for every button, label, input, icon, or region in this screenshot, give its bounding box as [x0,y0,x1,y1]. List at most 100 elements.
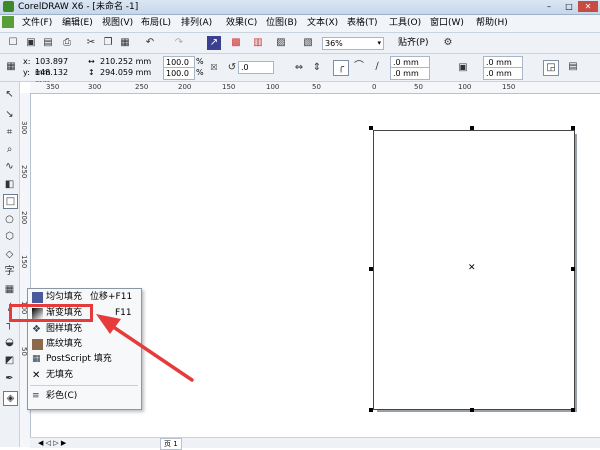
welcome-screen-icon[interactable]: ▧ [301,36,315,50]
menu-help[interactable]: 帮助(H) [476,17,508,30]
scale-y-field[interactable]: 100.0 [163,67,195,80]
width-field[interactable]: 210.252 mm [98,56,152,67]
selection-handle[interactable] [571,126,575,130]
cut-icon[interactable]: ✂ [84,36,98,50]
flyout-item-label: 均匀填充 [46,292,83,302]
round-corner-icon[interactable]: ╭ [333,60,349,76]
rotate-icon[interactable]: ↺ [225,61,239,75]
menu-window[interactable]: 窗口(W) [430,17,464,30]
x-position-field[interactable]: 103.897 mm [33,56,82,77]
selection-handle[interactable] [470,408,474,412]
lock-ratio-icon[interactable]: ☒ [207,61,221,75]
smart-fill-tool-icon[interactable]: ◧ [3,178,16,191]
corner-radius-bottom-right[interactable]: .0 mm [483,67,523,80]
import-icon[interactable]: ↗ [207,36,221,50]
flyout-item-color[interactable]: ≡ 彩色(C) [28,389,141,404]
flyout-item-uniform-fill[interactable]: 均匀填充 位移+F11 [28,290,141,305]
text-tool-icon[interactable]: 字 [3,265,16,278]
y-label: y: [23,68,30,77]
selection-handle[interactable] [369,408,373,412]
scalloped-corner-icon[interactable]: ⌒ [352,60,366,74]
flyout-item-label: PostScript 填充 [46,354,112,364]
undo-icon[interactable]: ↶ [143,36,157,50]
flyout-item-shortcut: F11 [115,308,132,318]
new-document-icon[interactable]: ☐ [6,36,20,50]
chamfered-corner-icon[interactable]: ∕ [370,60,384,74]
export-icon[interactable]: ▩ [229,36,243,50]
menu-text[interactable]: 文本(X) [307,17,338,30]
launcher-icon[interactable]: ▨ [274,36,288,50]
page-preset-icon[interactable]: ▦ [4,60,18,74]
close-button[interactable]: ✕ [578,1,598,12]
lock-corners-icon[interactable]: ▣ [456,61,470,75]
polygon-tool-icon[interactable]: ⬡ [3,230,16,243]
pick-tool-icon[interactable]: ↖ [3,88,16,101]
ellipse-tool-icon[interactable]: ○ [3,213,16,226]
selection-handle[interactable] [369,267,373,271]
zoom-level-value: 36% [325,39,343,48]
page-tab[interactable]: 页 1 [160,438,182,450]
menu-table[interactable]: 表格(T) [347,17,378,30]
scale-corners-icon[interactable]: ◲ [543,60,559,76]
maximize-button[interactable]: □ [560,1,578,12]
print-icon[interactable]: ⎙ [60,36,74,50]
ruler-tick: 250 [20,165,28,179]
selection-handle[interactable] [571,408,575,412]
flyout-item-label: 无填充 [46,370,74,380]
save-icon[interactable]: ▤ [41,36,55,50]
minimize-button[interactable]: – [540,1,558,12]
copy-icon[interactable]: ❐ [101,36,115,50]
selection-handle[interactable] [470,126,474,130]
flyout-item-label: 底纹填充 [46,339,83,349]
paste-icon[interactable]: ▦ [118,36,132,50]
flyout-item-no-fill[interactable]: ✕ 无填充 [28,368,141,383]
y-position-field[interactable]: 148.132 mm [33,67,82,88]
selection-handle[interactable] [571,267,575,271]
title-bar: CorelDRAW X6 - [未命名 -1] – □ ✕ [0,0,600,15]
pattern-fill-icon: ❖ [32,324,41,335]
corner-radius-bottom-left[interactable]: .0 mm [390,67,430,80]
mirror-vertical-icon[interactable]: ⇕ [310,61,324,75]
percent-y-label: % [196,68,204,77]
freehand-tool-icon[interactable]: ∿ [3,160,16,173]
mirror-horizontal-icon[interactable]: ⇔ [292,61,306,75]
shape-tool-icon[interactable]: ↘ [3,108,16,121]
flyout-item-postscript-fill[interactable]: ▦ PostScript 填充 [28,352,141,367]
rectangle-tool-icon[interactable]: □ [3,194,18,209]
options-icon[interactable]: ⚙ [441,36,455,50]
ruler-tick: 350 [46,83,60,91]
menu-bitmaps[interactable]: 位图(B) [266,17,297,30]
redo-icon[interactable]: ↷ [172,36,186,50]
menu-file[interactable]: 文件(F) [22,17,52,30]
flyout-item-texture-fill[interactable]: 底纹填充 [28,337,141,352]
window-title: CorelDRAW X6 - [未命名 -1] [18,2,139,12]
ruler-tick: 150 [20,255,28,269]
zoom-level-select[interactable]: 36% ▾ [322,37,384,50]
horizontal-ruler: 350 300 250 200 150 100 50 0 50 100 150 [30,82,600,94]
height-field[interactable]: 294.059 mm [98,67,152,78]
wrap-text-icon[interactable]: ▤ [566,60,580,74]
crop-tool-icon[interactable]: ⌗ [3,126,16,139]
snap-to-menu[interactable]: 贴齐(P) [398,38,428,49]
menu-arrange[interactable]: 排列(A) [181,17,212,30]
zoom-tool-icon[interactable]: ⌕ [3,143,16,156]
fill-tool-icon[interactable]: ◈ [3,391,18,406]
basic-shapes-tool-icon[interactable]: ◇ [3,248,16,261]
menu-edit[interactable]: 编辑(E) [62,17,93,30]
selection-handle[interactable] [369,126,373,130]
flyout-item-pattern-fill[interactable]: ❖ 图样填充 [28,322,141,337]
menu-layout[interactable]: 布局(L) [141,17,171,30]
rotation-angle-field[interactable]: .0 [238,61,274,74]
blend-tool-icon[interactable]: ◒ [3,336,16,349]
ruler-tick: 0 [372,83,377,91]
menu-effects[interactable]: 效果(C) [226,17,257,30]
table-tool-icon[interactable]: ▦ [3,283,16,296]
app-menu-icon[interactable] [2,16,14,28]
eyedropper-tool-icon[interactable]: ✒ [3,372,16,385]
menu-tools[interactable]: 工具(O) [389,17,421,30]
menu-view[interactable]: 视图(V) [102,17,133,30]
rotation-center-icon[interactable]: ✕ [468,263,476,273]
open-icon[interactable]: ▣ [24,36,38,50]
transparency-tool-icon[interactable]: ◩ [3,354,16,367]
publish-icon[interactable]: ▥ [251,36,265,50]
